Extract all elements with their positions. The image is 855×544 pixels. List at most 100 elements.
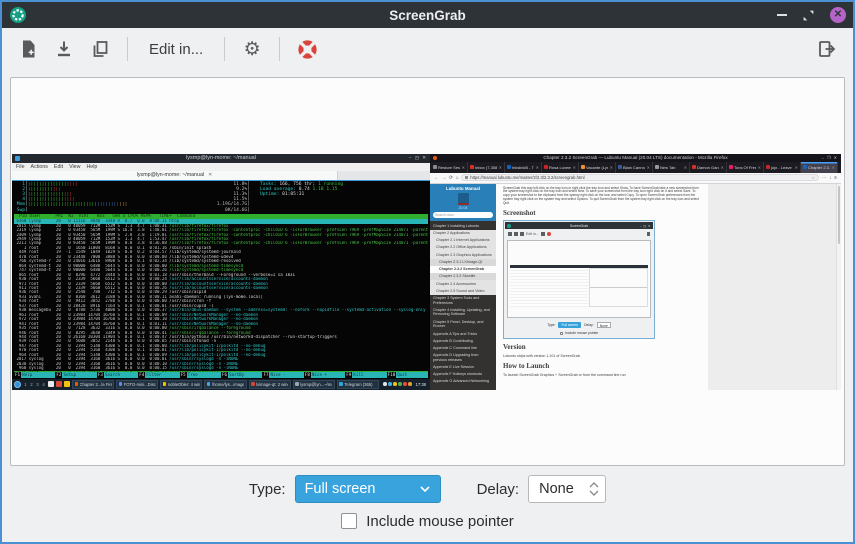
window-icon xyxy=(251,382,255,386)
mini-delay-spinbox: None xyxy=(597,322,611,328)
url-text: https://manual.lubuntu.me/master/2/2.3/2… xyxy=(470,175,584,180)
quit-button[interactable] xyxy=(813,35,841,63)
mini-gear-icon xyxy=(541,232,545,236)
firefox-content: Lubuntu Manual 20.04 Search docs Chapter… xyxy=(430,184,841,390)
menu-icon: ≡ xyxy=(834,175,837,181)
launcher-icon xyxy=(56,381,62,387)
preview-panel: lysmp@lyn-mome: ~/manual – ◳ ✕ FileActio… xyxy=(10,77,845,466)
terminal-tabbar: lysmp@lyn-mome: ~/manual ✕ xyxy=(12,171,430,181)
terminal-menu-item: Help xyxy=(86,164,97,170)
browser-tab: Vacante (Lyn P✕ xyxy=(579,162,616,173)
tab-favicon xyxy=(470,165,474,169)
system-tray xyxy=(383,382,412,386)
tab-close-icon: ✕ xyxy=(684,165,687,170)
mini-checkbox-row: Include mouse pointer xyxy=(505,329,653,337)
mini-type-combobox: Full screen xyxy=(558,322,581,328)
new-screenshot-button[interactable] xyxy=(14,35,42,63)
spinbox-arrows[interactable] xyxy=(583,482,605,496)
include-pointer-label: Include mouse pointer xyxy=(366,513,514,530)
taskbar-window-button: Chapter 2...la Firefox xyxy=(72,380,114,389)
htop-fkey: F4Filter xyxy=(138,372,179,378)
type-label: Type: xyxy=(249,481,286,498)
browser-tab: Tons Of Free Co✕ xyxy=(727,162,764,173)
htop-fkey: F7Nice - xyxy=(262,372,303,378)
htop-fkey: F1Help xyxy=(14,372,55,378)
window-icon xyxy=(339,382,343,386)
firefox-navbar: ← → ⟳ ⌂ https://manual.lubuntu.me/master… xyxy=(430,173,841,184)
toolbar-separator xyxy=(224,37,225,61)
tab-close-icon: ✕ xyxy=(536,165,539,170)
close-button[interactable]: ✕ xyxy=(830,7,846,23)
spin-up-icon xyxy=(589,482,599,488)
tray-icon xyxy=(388,382,392,386)
pointer-option-row: Include mouse pointer xyxy=(2,506,853,536)
doc-toc-item: Chapter 2.4 Accessories xyxy=(430,280,496,287)
doc-toc-item: Chapter 2.5 Sound and Video xyxy=(430,287,496,294)
include-pointer-checkbox[interactable] xyxy=(341,513,357,529)
browser-tab: Inbox (7,358) -✕ xyxy=(468,162,505,173)
quit-icon xyxy=(817,39,837,59)
toolbar: Edit in... ⚙ xyxy=(2,28,853,70)
launcher-icon xyxy=(48,381,54,387)
mini-quit-icon xyxy=(647,232,651,236)
doc-version-text: Lubuntu ships with version 1.101 of Scre… xyxy=(503,354,701,358)
htop-cpu-meters: 1[||||||||||||||||||11.8%]2[||||||||||||… xyxy=(14,182,250,213)
mini-window-title: ScreenGrab xyxy=(505,224,653,228)
minimize-button[interactable] xyxy=(777,14,787,16)
mini-new-icon xyxy=(508,232,512,236)
mini-edit-in: Edit in... xyxy=(526,232,539,236)
type-combobox[interactable]: Full screen xyxy=(295,475,441,503)
taskbar-clock: 17:38 xyxy=(414,382,428,387)
browser-tab: InkslinkB - Tr✕ xyxy=(505,162,542,173)
taskbar-menu-icon xyxy=(14,381,21,388)
toolbar-separator xyxy=(127,37,128,61)
terminal-titlebar: lysmp@lyn-mome: ~/manual – ◳ ✕ xyxy=(12,154,430,163)
title-bar[interactable]: ScreenGrab ✕ xyxy=(2,2,853,28)
captured-right-monitor: Chapter 2.3.2 ScreenGrab — Lubuntu Manua… xyxy=(430,154,841,390)
doc-launch-text: To launch ScreenGrab Graphics ‣ ScreenGr… xyxy=(503,373,701,377)
taskbar-window-button: /home/lys...image.mi xyxy=(204,380,246,389)
terminal-title: lysmp@lyn-mome: ~/manual xyxy=(12,155,430,161)
save-button[interactable] xyxy=(50,35,78,63)
htop-meter: Swp[0K/14.6G] xyxy=(14,208,250,213)
toolbar-separator xyxy=(279,37,280,61)
delay-spinbox[interactable]: None xyxy=(528,475,606,503)
help-button[interactable] xyxy=(293,35,321,63)
firefox-title: Chapter 2.3.2 ScreenGrab — Lubuntu Manua… xyxy=(430,155,841,160)
copy-button[interactable] xyxy=(86,35,114,63)
htop-fkey: F3Search xyxy=(97,372,138,378)
doc-toc-item: Appendix D Upgrading from previous relea… xyxy=(430,352,496,364)
edit-in-button[interactable]: Edit in... xyxy=(141,35,211,63)
browser-tab: Damon Garcia✕ xyxy=(690,162,727,173)
tab-favicon xyxy=(766,165,770,169)
maximize-button[interactable] xyxy=(802,9,815,22)
browser-tab: jojo - Leave 10-✕ xyxy=(764,162,801,173)
htop-fkey: F9Kill xyxy=(345,372,386,378)
doc-sidebar: Lubuntu Manual 20.04 Search docs Chapter… xyxy=(430,184,496,390)
browser-scrollbar xyxy=(836,184,841,390)
firefox-titlebar: Chapter 2.3.2 ScreenGrab — Lubuntu Manua… xyxy=(430,154,841,162)
terminal-tab: lysmp@lyn-mome: ~/manual ✕ xyxy=(12,171,338,180)
doc-toc-item: Appendix E Live Session xyxy=(430,364,496,371)
screenshot-preview[interactable]: lysmp@lyn-mome: ~/manual – ◳ ✕ FileActio… xyxy=(12,154,841,390)
help-lifebuoy-icon xyxy=(295,37,320,62)
tray-icon xyxy=(393,382,397,386)
mini-copy-icon xyxy=(520,232,524,236)
doc-toc-item: Appendix A Tips and Tricks xyxy=(430,330,496,337)
taskbar-window-button: FOTO-mini...Discard xyxy=(116,380,158,389)
tab-close-icon: ✕ xyxy=(208,172,212,178)
terminal-window-controls: – ◳ ✕ xyxy=(409,155,427,161)
settings-button[interactable]: ⚙ xyxy=(238,35,266,63)
window-icon xyxy=(75,382,79,386)
doc-toc-item: Appendix G Advanced Networking xyxy=(430,378,496,385)
doc-heading-launch: How to Launch xyxy=(503,362,701,370)
doc-toc: Chapter 1 Installing LubuntuChapter 2 Ap… xyxy=(430,221,496,390)
doc-sidebar-header: Lubuntu Manual 20.04 Search docs xyxy=(430,184,496,221)
mini-preview xyxy=(507,240,651,318)
terminal-menu-item: View xyxy=(69,164,80,170)
browser-tab: Rosa Luxembu✕ xyxy=(542,162,579,173)
captured-left-monitor: lysmp@lyn-mome: ~/manual – ◳ ✕ FileActio… xyxy=(12,154,430,390)
doc-version: 20.04 xyxy=(433,206,493,210)
browser-tab: New Tab✕ xyxy=(653,162,690,173)
mini-type-label: Type: xyxy=(547,323,555,327)
